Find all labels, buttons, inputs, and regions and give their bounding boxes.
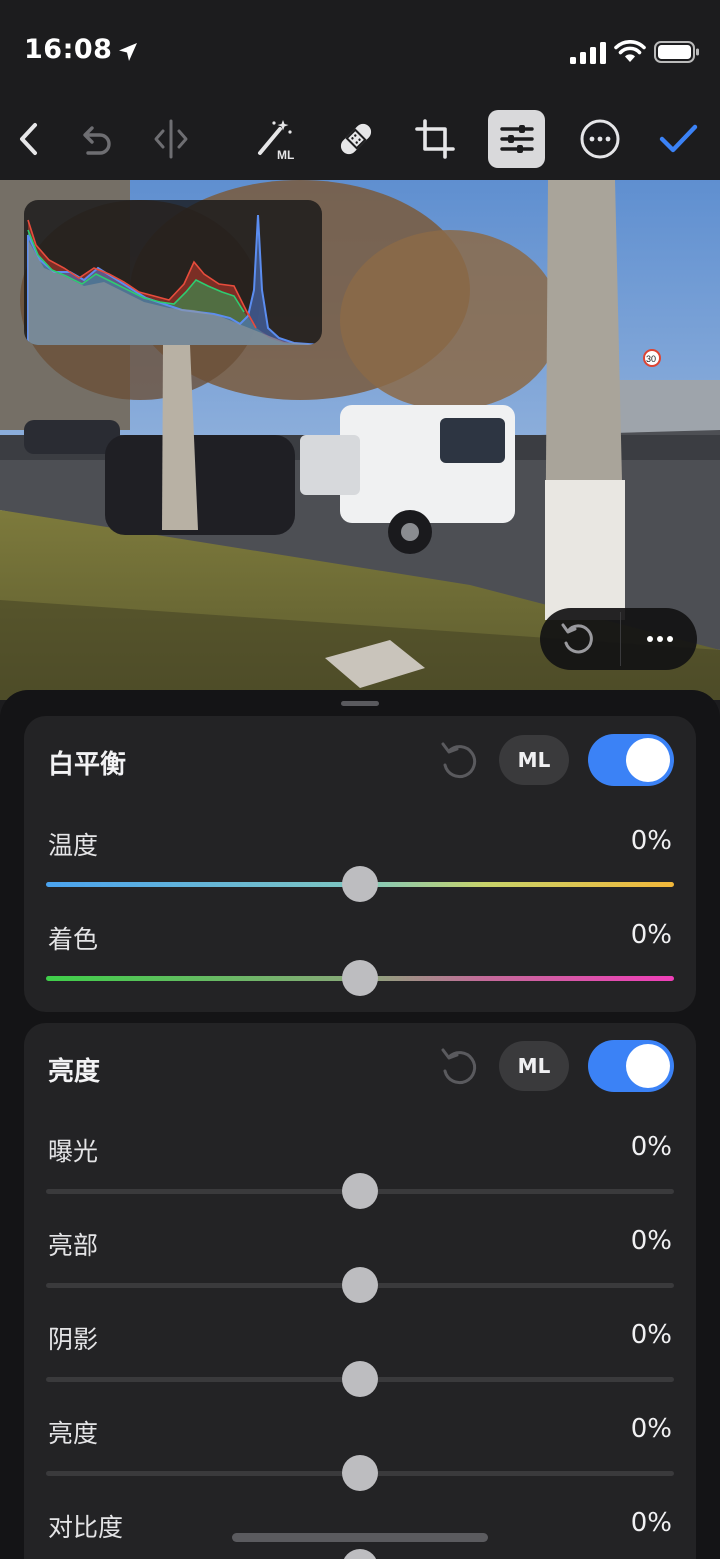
bandage-icon bbox=[340, 123, 372, 155]
checkmark-icon bbox=[659, 124, 698, 153]
histogram bbox=[24, 200, 322, 345]
slider-label: 亮部 bbox=[48, 1231, 99, 1260]
light-card: 亮度 ML 曝光 0% 亮部 0% 阴影 0% 亮度 0% 对比度 0% bbox=[24, 1023, 696, 1559]
crop-icon bbox=[415, 119, 455, 159]
light-toggle[interactable] bbox=[588, 1040, 674, 1092]
slider-value: 0% bbox=[630, 920, 672, 950]
battery-icon bbox=[654, 41, 699, 63]
ml-auto-enhance-button[interactable]: ML bbox=[244, 110, 304, 168]
status-time: 16:08 bbox=[24, 34, 113, 65]
light-ml-button[interactable]: ML bbox=[499, 1041, 569, 1091]
back-icon bbox=[20, 123, 37, 155]
adjust-sliders-icon bbox=[499, 125, 534, 153]
light-title: 亮度 bbox=[48, 1057, 101, 1087]
light-reset-icon[interactable] bbox=[436, 1043, 482, 1089]
toggle-knob bbox=[626, 1044, 670, 1088]
undo-button[interactable] bbox=[66, 110, 126, 168]
contrast-slider-thumb[interactable] bbox=[342, 1549, 378, 1559]
compare-icon bbox=[154, 119, 188, 159]
photo-preview[interactable]: 30 bbox=[0, 180, 720, 700]
more-options-button[interactable] bbox=[570, 110, 630, 168]
histogram-graph bbox=[27, 214, 322, 345]
adjustment-panel: 白平衡 ML 温度 0% 着色 0% 亮度 ML 曝光 0% 亮部 0% 阴影 bbox=[0, 690, 720, 1559]
reset-icon[interactable] bbox=[558, 619, 598, 659]
slider-label: 对比度 bbox=[48, 1513, 124, 1542]
shadows-slider-thumb[interactable] bbox=[342, 1361, 378, 1397]
slider-label: 曝光 bbox=[48, 1137, 99, 1166]
wifi-icon bbox=[614, 40, 646, 62]
status-bar: 16:08 bbox=[0, 0, 720, 100]
slider-value: 0% bbox=[630, 1508, 672, 1538]
exposure-slider-thumb[interactable] bbox=[342, 1173, 378, 1209]
white-balance-title: 白平衡 bbox=[48, 750, 127, 780]
slider-value: 0% bbox=[630, 1132, 672, 1162]
ellipsis-icon[interactable] bbox=[640, 619, 680, 659]
white-balance-card: 白平衡 ML 温度 0% 着色 0% bbox=[24, 716, 696, 1012]
photo-controls bbox=[540, 608, 697, 670]
svg-text:30: 30 bbox=[646, 354, 656, 364]
ml-magic-wand-icon: ML bbox=[258, 120, 294, 161]
compare-button[interactable] bbox=[141, 110, 201, 168]
slider-value: 0% bbox=[630, 826, 672, 856]
more-icon bbox=[580, 119, 620, 159]
healing-button[interactable] bbox=[326, 110, 386, 168]
white-balance-reset-icon[interactable] bbox=[436, 737, 482, 783]
location-arrow-icon bbox=[119, 43, 137, 61]
highlights-slider-thumb[interactable] bbox=[342, 1267, 378, 1303]
slider-label: 温度 bbox=[48, 831, 99, 860]
home-indicator[interactable] bbox=[232, 1533, 488, 1542]
slider-value: 0% bbox=[630, 1226, 672, 1256]
tint-slider-thumb[interactable] bbox=[342, 960, 378, 996]
cellular-signal-icon bbox=[570, 42, 606, 64]
slider-label: 阴影 bbox=[48, 1325, 99, 1354]
white-balance-toggle[interactable] bbox=[588, 734, 674, 786]
svg-text:ML: ML bbox=[277, 148, 294, 161]
brightness-slider-thumb[interactable] bbox=[342, 1455, 378, 1491]
slider-value: 0% bbox=[630, 1320, 672, 1350]
slider-label: 着色 bbox=[48, 925, 99, 954]
toggle-knob bbox=[626, 738, 670, 782]
adjust-button[interactable] bbox=[488, 110, 545, 168]
undo-icon bbox=[83, 126, 111, 155]
control-divider bbox=[620, 612, 621, 666]
slider-value: 0% bbox=[630, 1414, 672, 1444]
slider-label: 亮度 bbox=[48, 1419, 99, 1448]
crop-button[interactable] bbox=[405, 110, 465, 168]
temperature-slider-thumb[interactable] bbox=[342, 866, 378, 902]
back-button[interactable] bbox=[0, 110, 60, 168]
panel-grabber[interactable] bbox=[341, 701, 379, 706]
done-button[interactable] bbox=[648, 110, 708, 168]
editor-toolbar: ML bbox=[0, 100, 720, 180]
white-balance-ml-button[interactable]: ML bbox=[499, 735, 569, 785]
